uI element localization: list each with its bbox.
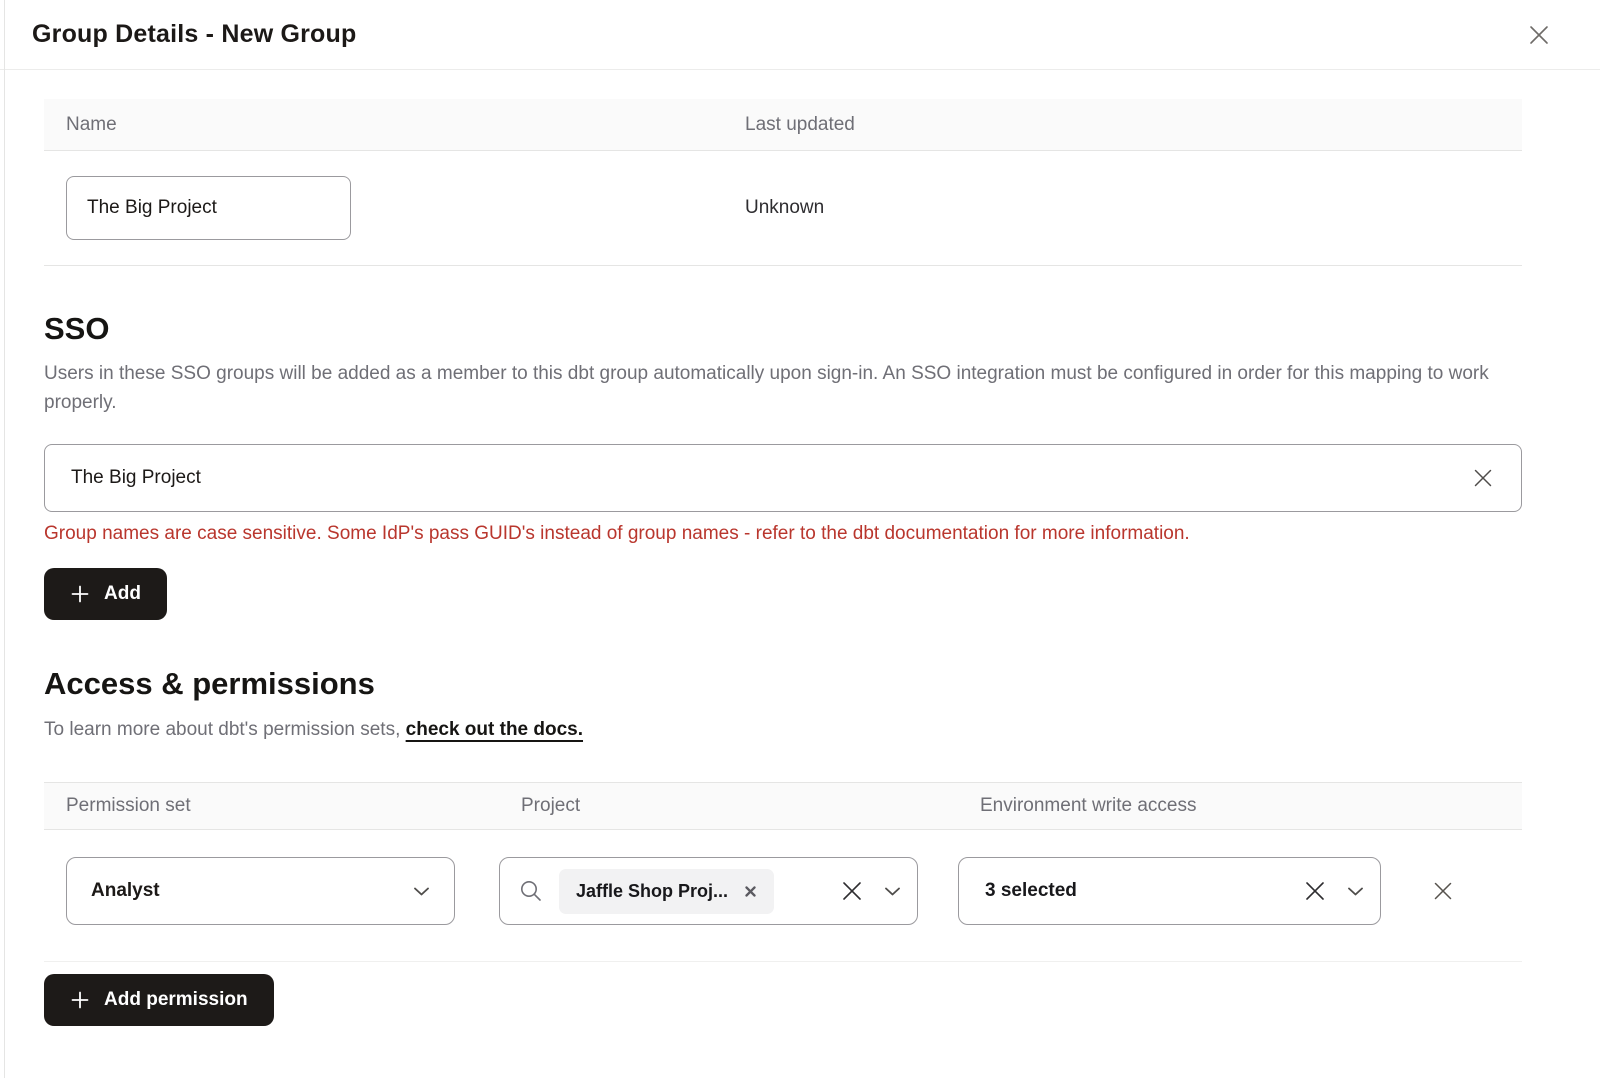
drawer-left-edge [4,0,5,1078]
add-sso-group-button[interactable]: Add [44,568,167,620]
delete-x-icon [1429,877,1457,905]
sso-description: Users in these SSO groups will be added … [44,359,1522,417]
column-header-permission-set: Permission set [44,795,499,817]
chip-x-icon [744,885,757,898]
column-header-environment-write-access: Environment write access [958,795,1522,817]
sso-warning-text: Group names are case sensitive. Some IdP… [44,523,1522,545]
plus-icon [70,584,90,604]
project-chip: Jaffle Shop Proj... [559,869,774,914]
last-updated-value: Unknown [723,197,1522,219]
clear-x-icon [1469,464,1497,492]
permissions-table: Permission set Project Environment write… [44,782,1522,962]
group-table-row: Unknown [44,151,1522,266]
project-chip-remove-button[interactable] [744,885,757,898]
permission-set-value: Analyst [91,880,160,902]
group-table-header-row: Name Last updated [44,99,1522,151]
sso-heading: SSO [44,311,1522,347]
project-multiselect[interactable]: Jaffle Shop Proj... [499,857,918,925]
environment-write-access-select[interactable]: 3 selected [958,857,1381,925]
chevron-down-icon [413,886,430,897]
environment-selected-count: 3 selected [985,880,1077,902]
column-header-name: Name [44,114,723,136]
group-name-input[interactable] [66,176,351,240]
permission-row: Analyst Jaffle Shop Proj... [44,830,1522,962]
delete-permission-row-button[interactable] [1429,877,1457,905]
close-dialog-button[interactable] [1524,20,1554,50]
permissions-intro-text: To learn more about dbt's permission set… [44,719,400,740]
column-header-last-updated: Last updated [723,114,1522,136]
docs-link[interactable]: check out the docs. [406,719,583,740]
add-permission-button[interactable]: Add permission [44,974,274,1026]
add-button-label: Add [104,583,141,605]
permission-set-select[interactable]: Analyst [66,857,455,925]
dialog-header: Group Details - New Group [0,0,1600,70]
search-icon [518,878,544,904]
sso-group-name-input[interactable] [69,466,1469,490]
chevron-down-icon [884,886,901,897]
group-table: Name Last updated Unknown [44,99,1522,266]
clear-x-icon [838,877,866,905]
project-chip-label: Jaffle Shop Proj... [576,881,728,902]
column-header-project: Project [499,795,958,817]
add-permission-button-label: Add permission [104,989,248,1011]
project-clear-button[interactable] [838,877,866,905]
dialog-title: Group Details - New Group [32,20,356,49]
sso-group-field [44,444,1522,512]
plus-icon [70,990,90,1010]
chevron-down-icon [1347,886,1364,897]
sso-group-clear-button[interactable] [1469,464,1497,492]
close-icon [1524,20,1554,50]
clear-x-icon [1301,877,1329,905]
access-permissions-heading: Access & permissions [44,666,1522,702]
permissions-intro: To learn more about dbt's permission set… [44,719,1522,741]
permissions-table-header-row: Permission set Project Environment write… [44,782,1522,830]
environment-clear-button[interactable] [1301,877,1329,905]
